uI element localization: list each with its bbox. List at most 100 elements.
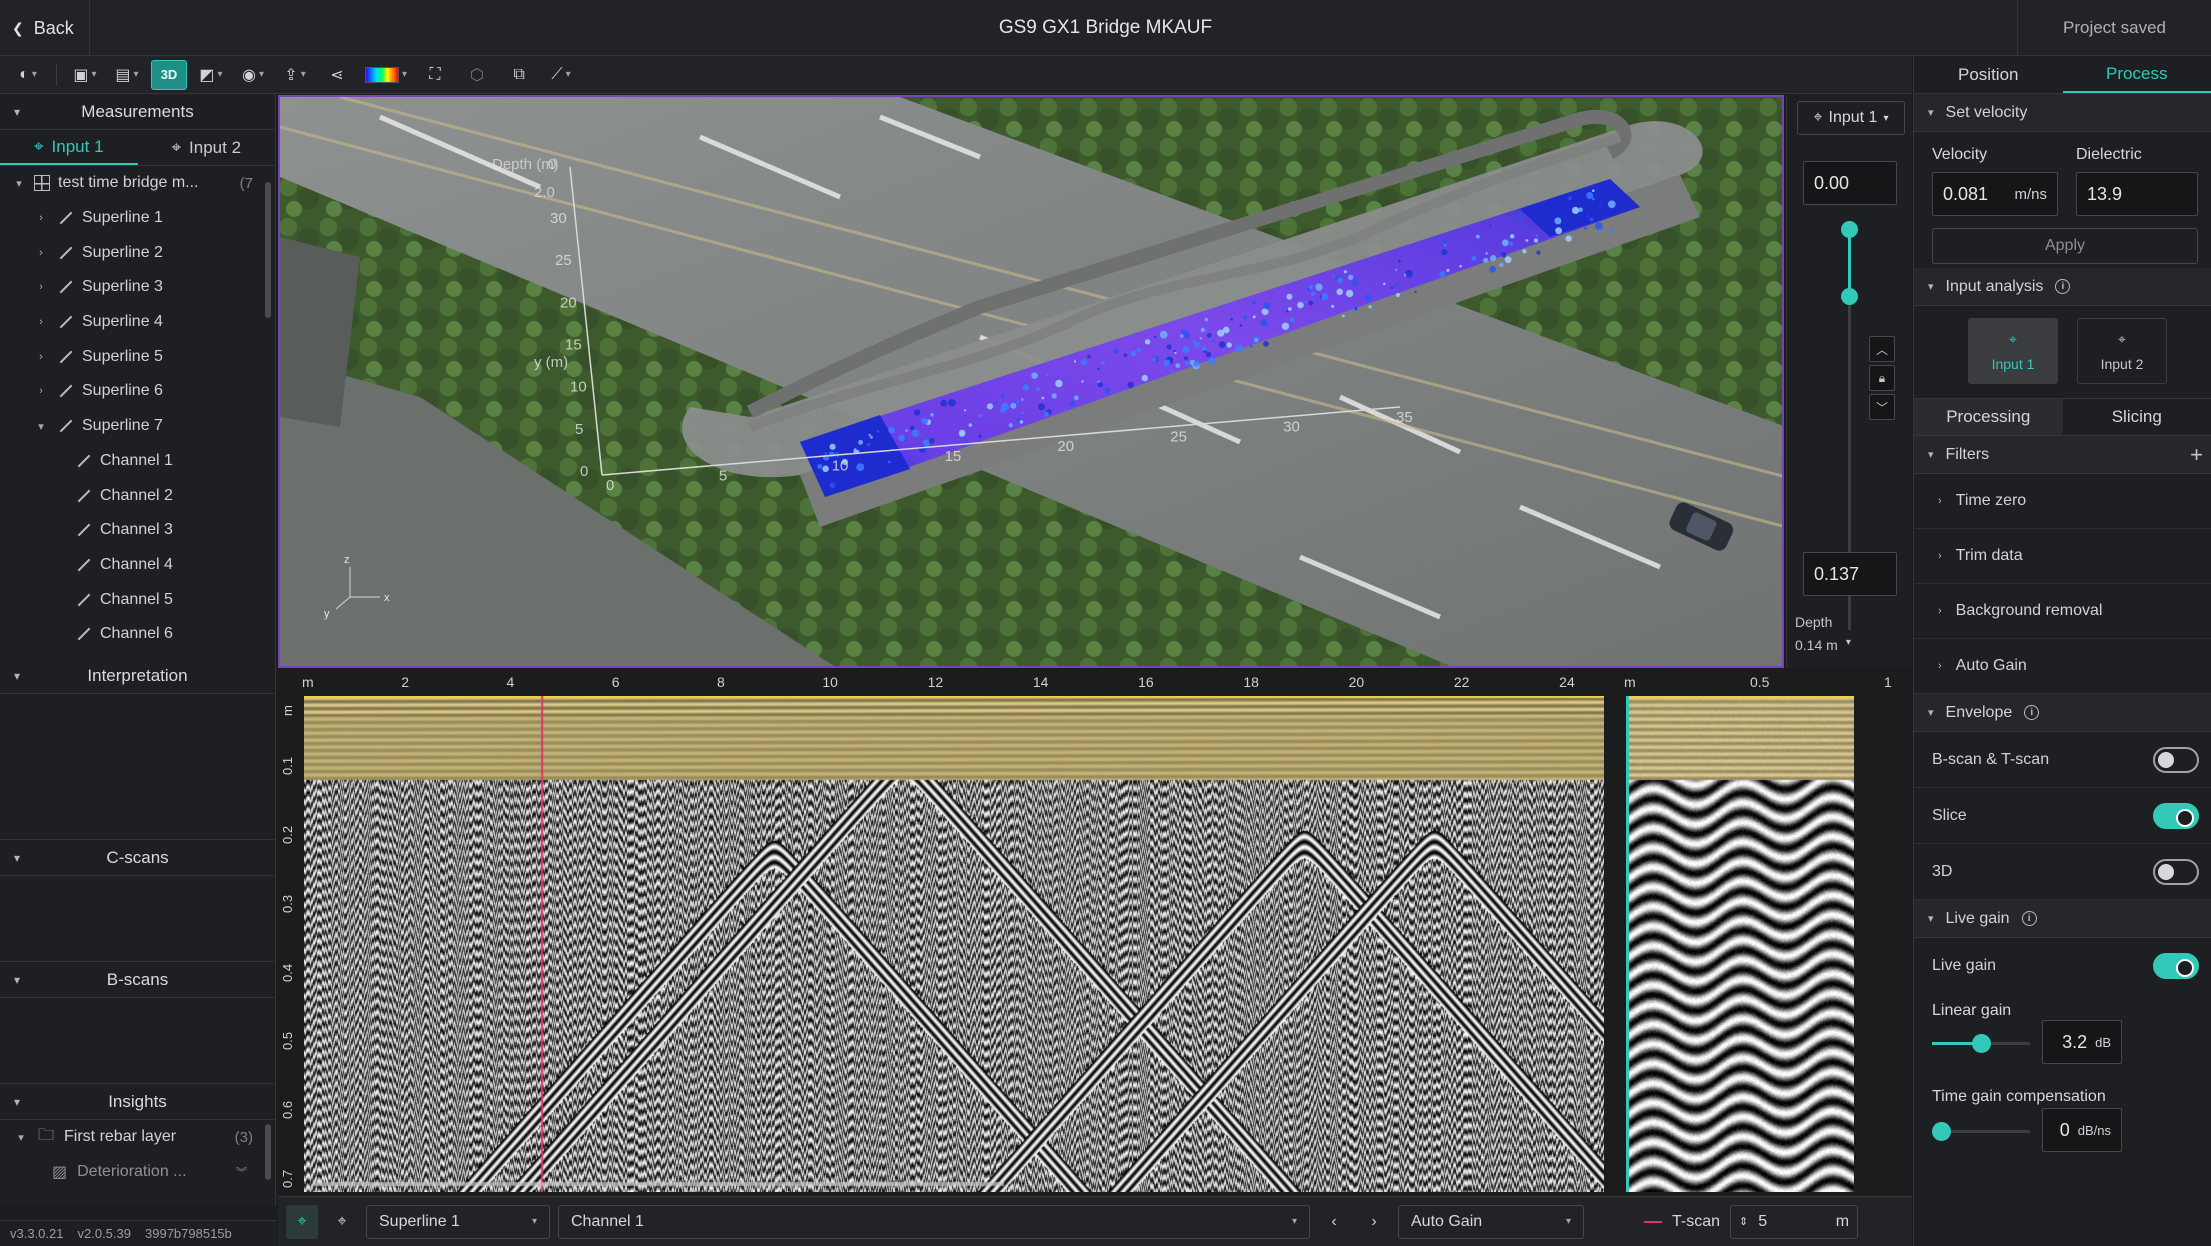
view-3d-button[interactable]: 3D [151, 59, 187, 90]
tab-position[interactable]: Position [1914, 56, 2063, 93]
tree-channel[interactable]: Channel 1 [0, 444, 275, 479]
tree-superline[interactable]: › Superline 2 [0, 235, 275, 270]
depth-slider-bottom-handle[interactable] [1841, 288, 1858, 305]
tgc-handle[interactable] [1932, 1122, 1951, 1141]
screen-button[interactable]: ◩ ▾ [193, 60, 229, 90]
tgc-slider[interactable] [1932, 1122, 2030, 1141]
insight-item[interactable]: ▨ Deterioration ... ︾ [0, 1155, 275, 1190]
cscans-header[interactable]: ▾ C-scans [0, 840, 275, 876]
depth-slider-top-handle[interactable] [1841, 221, 1858, 238]
insights-header[interactable]: ▾ Insights [0, 1084, 275, 1120]
tscan-position-input[interactable]: ⇕ 5 m [1730, 1204, 1859, 1239]
scan-dot [1390, 286, 1394, 289]
insights-scrollbar[interactable] [265, 1124, 271, 1180]
depth-up-button[interactable]: ︿ [1869, 336, 1895, 362]
cube-button[interactable]: ⬡ [459, 60, 495, 90]
depth-top-input[interactable]: 0.00 [1803, 161, 1897, 205]
input-analysis-header[interactable]: ▾ Input analysis i [1914, 268, 2211, 306]
linear-gain-handle[interactable] [1972, 1034, 1991, 1053]
tgc-input[interactable]: 0 dB/ns [2042, 1108, 2122, 1152]
tree-superline[interactable]: ▾ Superline 7 [0, 409, 275, 444]
scan-dot [869, 435, 873, 439]
share-button[interactable]: ⋖ [319, 60, 355, 90]
tscan-image[interactable] [1626, 696, 1854, 1192]
input-2-button[interactable]: ⌖ [326, 1205, 358, 1239]
tree-channel[interactable]: Channel 4 [0, 548, 275, 583]
input-analysis-input-1[interactable]: ⌖ Input 1 [1968, 318, 2058, 384]
fullscreen-button[interactable]: ⛶ [417, 60, 453, 90]
channel-select[interactable]: Channel 1 ▾ [558, 1204, 1310, 1239]
filter-item[interactable]: › Background removal [1914, 584, 2211, 639]
input-select[interactable]: ⌖ Input 1 ▾ [1797, 101, 1905, 135]
tab-input-1[interactable]: ⌖ Input 1 [0, 130, 138, 165]
superline-select[interactable]: Superline 1 ▾ [366, 1204, 550, 1239]
interpretation-header[interactable]: ▾ Interpretation [0, 658, 275, 694]
info-icon[interactable]: i [2021, 911, 2037, 926]
tree-superline[interactable]: › Superline 5 [0, 339, 275, 374]
visibility-button[interactable]: ◉ ▾ [235, 60, 271, 90]
colormap-button[interactable]: ▾ [361, 60, 411, 90]
tab-process[interactable]: Process [2062, 56, 2211, 93]
apply-button[interactable]: Apply [1932, 228, 2198, 264]
filter-item[interactable]: › Auto Gain [1914, 639, 2211, 694]
live-gain-header[interactable]: ▾ Live gain i [1914, 900, 2211, 938]
next-channel-button[interactable]: › [1358, 1205, 1390, 1239]
depth-bottom-input[interactable]: 0.137 [1803, 552, 1897, 596]
depth-lock-button[interactable]: 🔒︎ [1869, 365, 1895, 391]
tree-channel[interactable]: Channel 6 [0, 617, 275, 652]
panels-icon: ▤ [115, 66, 131, 84]
filter-item[interactable]: › Time zero [1914, 474, 2211, 529]
tree-superline[interactable]: › Superline 6 [0, 374, 275, 409]
depth-select[interactable]: 0.14 m ▾ [1795, 637, 1851, 653]
tree-channel[interactable]: Channel 5 [0, 582, 275, 617]
set-velocity-header[interactable]: ▾ Set velocity [1914, 94, 2211, 132]
envelope-toggle[interactable] [2153, 746, 2199, 773]
linear-gain-input[interactable]: 3.2 dB [2042, 1020, 2122, 1064]
envelope-header[interactable]: ▾ Envelope i [1914, 694, 2211, 732]
tree-root[interactable]: ▾ test time bridge m... (7 [0, 166, 275, 201]
tree-scrollbar[interactable] [265, 182, 271, 318]
3d-scene[interactable]: Depth (m) 0 2.0 y (m) 302520151050 05101… [280, 97, 1784, 668]
envelope-toggle[interactable] [2153, 858, 2199, 885]
tab-slicing[interactable]: Slicing [2063, 399, 2211, 435]
previous-channel-button[interactable]: ‹ [1318, 1205, 1350, 1239]
export-button[interactable]: ⇪ ▾ [277, 60, 313, 90]
input-analysis-input-2[interactable]: ⌖ Input 2 [2077, 318, 2167, 384]
back-button[interactable]: ❮ Back [0, 0, 90, 56]
info-icon[interactable]: i [2024, 705, 2040, 720]
filter-item[interactable]: › Trim data [1914, 529, 2211, 584]
line-icon [56, 245, 74, 261]
tree-superline[interactable]: › Superline 1 [0, 201, 275, 236]
filters-header[interactable]: ▾ Filters + [1914, 436, 2211, 474]
scan-dot [940, 399, 948, 407]
gain-select[interactable]: Auto Gain ▾ [1398, 1204, 1584, 1239]
envelope-toggle[interactable] [2153, 802, 2199, 829]
tree-superline[interactable]: › Superline 4 [0, 305, 275, 340]
envelope-list: B-scan & T-scan Slice 3D [1914, 732, 2211, 900]
dielectric-input[interactable]: 13.9 [2076, 172, 2198, 216]
measurements-header[interactable]: ▾ Measurements [0, 94, 275, 130]
tree-superline[interactable]: › Superline 3 [0, 270, 275, 305]
select-tool-button[interactable]: ◐ ▾ [10, 60, 46, 90]
tree-channel[interactable]: Channel 2 [0, 478, 275, 513]
depth-down-button[interactable]: ﹀ [1869, 394, 1895, 420]
bscan-image[interactable] [304, 696, 1604, 1192]
velocity-input[interactable]: 0.081 m/ns [1932, 172, 2058, 216]
live-gain-toggle[interactable] [2153, 953, 2199, 979]
chart-button[interactable]: ⟋ ▾ [543, 60, 579, 90]
tab-input-2[interactable]: ⌖ Input 2 [138, 130, 276, 165]
bscans-header[interactable]: ▾ B-scans [0, 962, 275, 998]
y-axis-label: y (m) [534, 354, 568, 371]
info-icon[interactable]: i [2055, 279, 2071, 294]
panels-button[interactable]: ▤ ▾ [109, 60, 145, 90]
bscan-x-tick: 18 [1243, 674, 1259, 690]
linear-gain-slider[interactable] [1932, 1034, 2030, 1053]
input-1-button[interactable]: ⌖ [286, 1204, 318, 1239]
insight-group[interactable]: ▾ 🗀 First rebar layer (3) [0, 1120, 275, 1155]
layout-button[interactable]: ▣ ▾ [67, 60, 103, 90]
tree-channel[interactable]: Channel 3 [0, 513, 275, 548]
add-filter-icon[interactable]: + [2190, 442, 2203, 468]
snapshot-button[interactable]: ⧉ [501, 60, 537, 90]
3d-view[interactable]: Depth (m) 0 2.0 y (m) 30 25 20 15 10 5 0 0 5 10 1… [278, 95, 1784, 668]
tab-processing[interactable]: Processing [1914, 399, 2063, 435]
